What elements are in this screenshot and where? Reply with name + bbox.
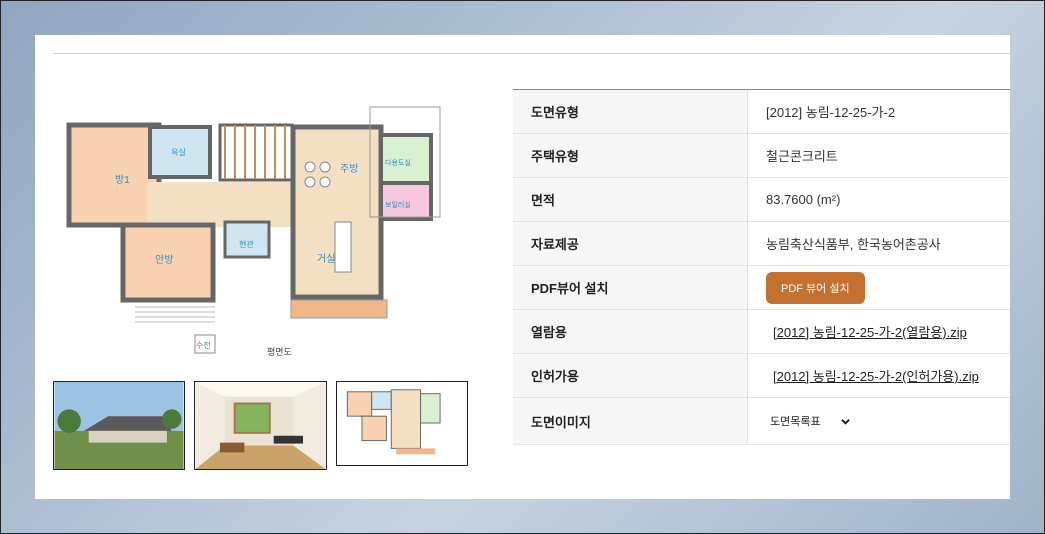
row-key: 자료제공 bbox=[513, 222, 748, 265]
thumbnail-exterior[interactable] bbox=[53, 381, 185, 470]
row-value: [2012] 농림-12-25-가-2 bbox=[766, 105, 896, 120]
floor-plan-image[interactable]: 방1 욕실 주방 다용도실 보일러실 안방 현관 거실 수전 평면도 bbox=[55, 97, 455, 367]
row-value: 농림축산식품부, 한국농어촌공사 bbox=[766, 237, 941, 252]
room-label-closet: 현관 bbox=[239, 239, 254, 249]
table-row: PDF뷰어 설치 PDF 뷰어 설치 bbox=[513, 266, 1010, 310]
drawing-info-table: 도면유형 [2012] 농림-12-25-가-2 주택유형 철근콘크리트 면적 … bbox=[513, 89, 1010, 445]
table-row: 도면유형 [2012] 농림-12-25-가-2 bbox=[513, 90, 1010, 134]
room-label-laundry: 다용도실 bbox=[385, 158, 411, 167]
table-row: 면적 83.7600 (m²) bbox=[513, 178, 1010, 222]
pdf-viewer-install-button[interactable]: PDF 뷰어 설치 bbox=[766, 271, 865, 304]
room-label-inner-room: 안방 bbox=[155, 254, 173, 266]
table-row: 주택유형 철근콘크리트 bbox=[513, 134, 1010, 178]
row-key: 도면유형 bbox=[513, 90, 748, 133]
row-key: 도면이미지 bbox=[513, 398, 748, 444]
row-key: 주택유형 bbox=[513, 134, 748, 177]
chevron-down-icon bbox=[840, 418, 850, 425]
row-key: 인허가용 bbox=[513, 354, 748, 397]
drawing-image-select[interactable]: 도면목록표 bbox=[770, 413, 850, 429]
room-label-bath: 욕실 bbox=[171, 147, 186, 157]
entry-label: 수전 bbox=[196, 340, 211, 350]
room-label-living: 거실 bbox=[317, 253, 335, 265]
row-key: 열람용 bbox=[513, 310, 748, 353]
top-divider bbox=[53, 53, 1010, 54]
table-row: 인허가용 [2012] 농림-12-25-가-2(인허가용).zip bbox=[513, 354, 1010, 398]
thumbnail-interior[interactable] bbox=[194, 381, 327, 470]
plan-caption: 평면도 bbox=[267, 347, 292, 357]
download-permit-zip-link[interactable]: [2012] 농림-12-25-가-2(인허가용).zip bbox=[773, 366, 979, 385]
table-row: 도면이미지 도면목록표 bbox=[513, 398, 1010, 445]
room-label-boiler: 보일러실 bbox=[385, 200, 411, 209]
row-key: 면적 bbox=[513, 178, 748, 221]
row-key: PDF뷰어 설치 bbox=[513, 266, 748, 309]
thumbnail-floor-plan[interactable] bbox=[336, 381, 468, 466]
room-label-kitchen: 주방 bbox=[340, 163, 358, 175]
select-value: 도면목록표 bbox=[770, 416, 821, 428]
download-view-zip-link[interactable]: [2012] 농림-12-25-가-2(열람용).zip bbox=[773, 322, 967, 341]
row-value: 철근콘크리트 bbox=[766, 149, 838, 164]
table-row: 열람용 [2012] 농림-12-25-가-2(열람용).zip bbox=[513, 310, 1010, 354]
content-panel: 방1 욕실 주방 다용도실 보일러실 안방 현관 거실 수전 평면도 도면유형 … bbox=[35, 35, 1010, 499]
row-value: 83.7600 (m²) bbox=[766, 192, 841, 207]
table-row: 자료제공 농림축산식품부, 한국농어촌공사 bbox=[513, 222, 1010, 266]
room-label-room1: 방1 bbox=[115, 174, 130, 186]
